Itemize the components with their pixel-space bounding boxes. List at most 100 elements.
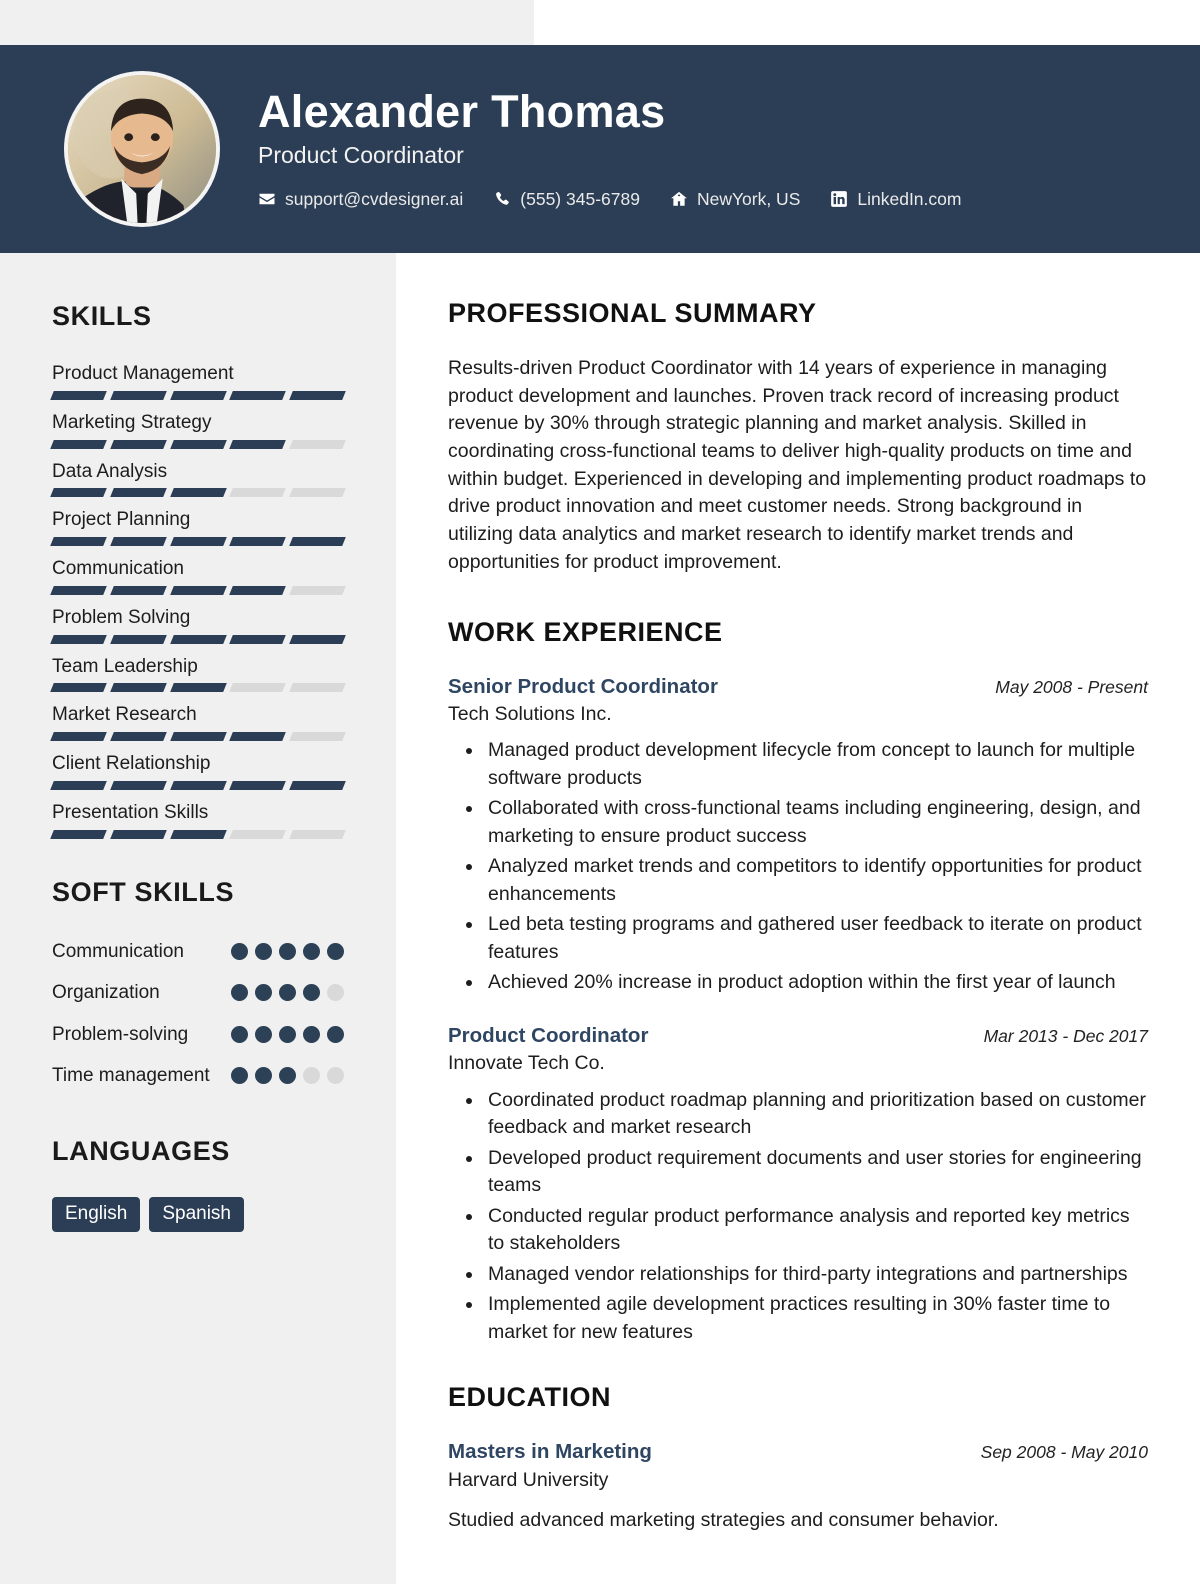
home-icon <box>670 190 688 208</box>
soft-skill-label: Problem-solving <box>52 1023 189 1045</box>
skill-level-bar <box>50 732 346 741</box>
skill-bar-segment <box>229 829 287 839</box>
skill-bar-segment <box>229 585 287 595</box>
skill-bar-segment <box>169 732 227 741</box>
soft-skill-row: Organization <box>52 979 344 1007</box>
skill-label: Data Analysis <box>52 460 168 482</box>
skill-row: Marketing Strategy <box>50 411 346 449</box>
skill-bar-segment <box>169 634 227 644</box>
skill-bar-segment <box>289 537 346 546</box>
soft-skill-rating-dots <box>231 1062 344 1085</box>
page-title: Alexander Thomas <box>258 86 666 138</box>
envelope-icon <box>258 190 276 208</box>
phone-icon <box>493 190 511 208</box>
skill-bar-segment <box>229 488 287 498</box>
skill-row: Project Planning <box>50 508 346 546</box>
skill-bar-segment <box>169 780 227 790</box>
resume-page: Alexander Thomas Product Coordinator sup… <box>0 0 1200 1584</box>
experience-job-title: Product Coordinator <box>448 1023 649 1047</box>
skill-bar-segment <box>109 585 167 595</box>
rating-dot <box>303 984 320 1002</box>
rating-dot <box>231 1025 248 1043</box>
contact-location-text: NewYork, US <box>696 188 801 209</box>
skill-bar-segment <box>109 634 167 644</box>
skill-bar-segment <box>169 829 227 839</box>
experience-date-range: May 2008 - Present <box>995 676 1148 697</box>
skill-bar-segment <box>289 439 346 449</box>
skill-bar-segment <box>169 390 227 400</box>
header-text-block: Alexander Thomas Product Coordinator sup… <box>258 88 961 209</box>
experience-list: Senior Product Coordinator May 2008 - Pre… <box>448 674 1148 1347</box>
education-date-range: Sep 2008 - May 2010 <box>980 1442 1148 1463</box>
skill-bar-segment <box>229 537 287 546</box>
language-tag-list: English Spanish <box>52 1196 344 1232</box>
skill-bar-segment <box>229 634 287 644</box>
education-heading: EDUCATION <box>448 1382 611 1413</box>
skill-bar-segment <box>50 780 107 790</box>
skill-row: Problem Solving <box>50 606 346 644</box>
skill-label: Marketing Strategy <box>52 411 212 433</box>
skill-bar-segment <box>109 683 167 693</box>
experience-bullet: Led beta testing programs and gathered u… <box>484 911 1148 966</box>
skill-bar-segment <box>169 488 227 498</box>
experience-bullet-list: Coordinated product roadmap planning and… <box>448 1087 1148 1346</box>
skill-label: Problem Solving <box>52 606 191 628</box>
skill-bar-segment <box>109 537 167 546</box>
sidebar: SKILLS Product Management Marketing Strat… <box>0 253 396 1584</box>
soft-skills-list: Communication Organization Problem-solving… <box>52 938 344 1090</box>
experience-bullet: Conducted regular product performance an… <box>484 1203 1148 1258</box>
education-entry: Masters in Marketing Sep 2008 - May 2010 H… <box>448 1439 1148 1535</box>
skill-bar-segment <box>50 683 107 693</box>
rating-dot <box>231 984 248 1002</box>
skill-row: Communication <box>50 557 346 595</box>
languages-heading: LANGUAGES <box>52 1135 230 1166</box>
skill-level-bar <box>50 634 346 644</box>
experience-heading: WORK EXPERIENCE <box>448 616 723 647</box>
skill-bar-segment <box>289 390 346 400</box>
experience-bullet: Managed product development lifecycle fr… <box>484 737 1148 792</box>
skill-bar-segment <box>50 488 107 498</box>
experience-entry-header: Senior Product Coordinator May 2008 - Pre… <box>448 674 1148 701</box>
contact-linkedin[interactable]: LinkedIn.com <box>830 189 961 210</box>
contact-location[interactable]: NewYork, US <box>670 189 800 210</box>
skill-label: Market Research <box>52 704 197 726</box>
contact-phone[interactable]: (555) 345-6789 <box>493 189 640 210</box>
skill-label: Communication <box>52 558 184 579</box>
experience-bullet: Developed product requirement documents … <box>484 1145 1148 1200</box>
rating-dot <box>303 1067 320 1085</box>
contact-email[interactable]: support@cvdesigner.ai <box>258 189 463 210</box>
skill-level-bar <box>50 683 346 693</box>
soft-skill-label: Time management <box>52 1065 210 1087</box>
skill-bar-segment <box>289 829 346 839</box>
skill-label: Client Relationship <box>52 753 211 774</box>
soft-skill-row: Problem-solving <box>52 1021 344 1049</box>
top-gutter-right <box>534 0 1200 45</box>
resume-header: Alexander Thomas Product Coordinator sup… <box>0 45 1200 253</box>
skill-row: Product Management <box>50 362 346 400</box>
skill-level-bar <box>50 585 346 595</box>
experience-entry: Product Coordinator Mar 2013 - Dec 2017 In… <box>448 1023 1148 1346</box>
skill-bar-segment <box>169 585 227 595</box>
education-description: Studied advanced marketing strategies an… <box>448 1509 999 1532</box>
contact-list: support@cvdesigner.ai (555) 345-6789 New… <box>258 189 961 210</box>
education-entry-header: Masters in Marketing Sep 2008 - May 2010 <box>448 1439 1148 1466</box>
resume-body: SKILLS Product Management Marketing Strat… <box>0 253 1200 1584</box>
skill-bar-segment <box>229 780 287 790</box>
soft-skill-label: Organization <box>52 982 160 1004</box>
soft-skills-heading: SOFT SKILLS <box>52 876 235 907</box>
skill-bar-segment <box>169 683 227 693</box>
skill-bar-segment <box>50 585 107 595</box>
rating-dot <box>303 942 320 960</box>
skill-level-bar <box>50 829 346 839</box>
skill-bar-segment <box>109 780 167 790</box>
skill-bar-segment <box>50 537 107 546</box>
summary-heading: PROFESSIONAL SUMMARY <box>448 298 817 328</box>
skill-row: Client Relationship <box>50 752 346 790</box>
soft-skill-rating-dots <box>231 979 344 1002</box>
skill-bar-segment <box>50 829 107 839</box>
experience-company: Innovate Tech Co. <box>448 1052 605 1075</box>
rating-dot <box>327 1067 344 1085</box>
rating-dot <box>279 1025 296 1043</box>
skills-list: Product Management Marketing Strategy Data… <box>50 362 346 839</box>
education-school: Harvard University <box>448 1468 609 1491</box>
